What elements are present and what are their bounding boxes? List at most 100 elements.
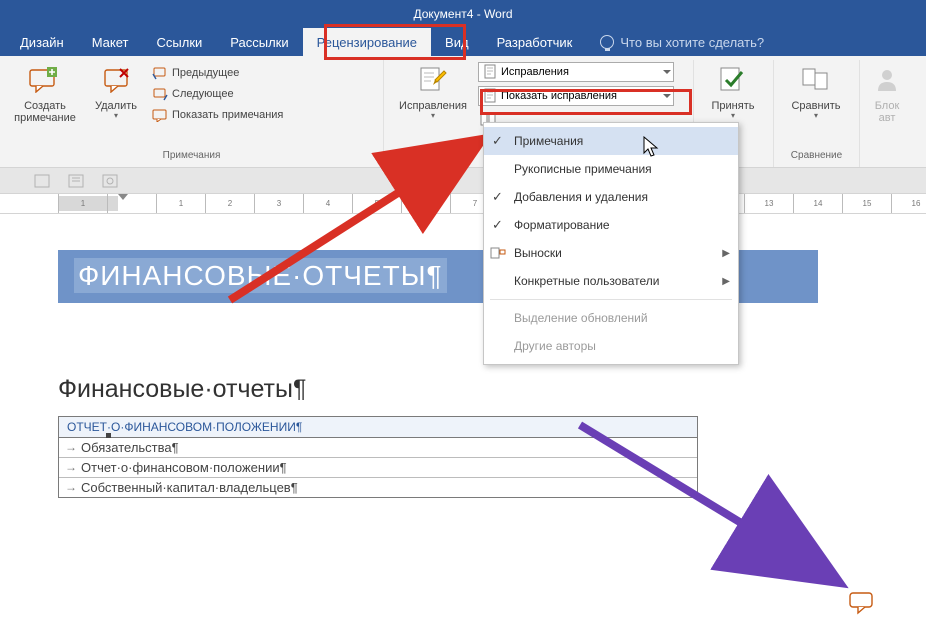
ruler-tick: 14 xyxy=(793,194,842,213)
ruler-number: 6 xyxy=(424,199,428,208)
row-text: Собственный·капитал·владельцев¶ xyxy=(81,480,298,495)
menu-item-comments[interactable]: ✓ Примечания xyxy=(484,127,738,155)
track-changes-button[interactable]: Исправления ▾ xyxy=(392,62,474,128)
next-comment-icon xyxy=(152,86,168,102)
ruler-tick: 15 xyxy=(842,194,891,213)
toc-table[interactable]: ОТЧЕТ·О·ФИНАНСОВОМ·ПОЛОЖЕНИИ¶ Обязательс… xyxy=(58,416,698,498)
ruler-tick: 4 xyxy=(303,194,352,213)
tab-design[interactable]: Дизайн xyxy=(6,28,78,56)
block-authors-icon xyxy=(871,64,903,96)
ruler-tick: 13 xyxy=(744,194,793,213)
chevron-down-icon: ▾ xyxy=(431,112,435,121)
group-label: Сравнение xyxy=(782,148,851,165)
tab-label: Разработчик xyxy=(497,35,573,50)
ruler-tick: 1 xyxy=(58,194,107,213)
ruler-tick: 6 xyxy=(401,194,450,213)
previous-comment-icon xyxy=(152,65,168,81)
tab-view[interactable]: Вид xyxy=(431,28,483,56)
ruler-number: 14 xyxy=(814,199,823,208)
accept-icon xyxy=(717,64,749,96)
ruler-number: 5 xyxy=(375,199,379,208)
table-row[interactable]: Обязательства¶ xyxy=(59,438,697,458)
markup-sheet-icon xyxy=(483,64,497,80)
compare-icon xyxy=(800,64,832,96)
show-markup-icon xyxy=(483,88,497,104)
title-heading-text: ФИНАНСОВЫЕ·ОТЧЕТЫ¶ xyxy=(74,258,447,293)
menu-item-label: Выноски xyxy=(514,246,562,260)
tab-layout[interactable]: Макет xyxy=(78,28,143,56)
menu-item-label: Форматирование xyxy=(514,218,610,232)
title-bar: Документ4 - Word xyxy=(0,0,926,28)
compare-button[interactable]: Сравнить ▾ xyxy=(782,62,850,123)
heading-2[interactable]: Финансовые·отчеты¶ xyxy=(58,375,818,404)
ruler-number: 1 xyxy=(81,199,85,208)
display-for-review-combo[interactable]: Исправления xyxy=(478,62,674,82)
button-label: Предыдущее xyxy=(172,67,239,79)
ruler-tick: 1 xyxy=(156,194,205,213)
show-markup-button[interactable]: Показать исправления xyxy=(478,86,674,106)
ruler-number: 13 xyxy=(765,199,774,208)
menu-item-specific-people[interactable]: Конкретные пользователи ▶ xyxy=(484,267,738,295)
button-label: Показать примечания xyxy=(172,109,283,121)
heading-text: Финансовые·отчеты¶ xyxy=(58,375,306,403)
tell-me[interactable]: Что вы хотите сделать? xyxy=(586,28,778,56)
combo-value: Исправления xyxy=(501,66,659,78)
show-markup-menu: ✓ Примечания Рукописные примечания ✓ Доб… xyxy=(483,122,739,365)
tab-label: Рассылки xyxy=(230,35,288,50)
ruler-number: 7 xyxy=(473,199,477,208)
ruler-number: 3 xyxy=(277,199,281,208)
tab-mailings[interactable]: Рассылки xyxy=(216,28,302,56)
table-header[interactable]: ОТЧЕТ·О·ФИНАНСОВОМ·ПОЛОЖЕНИИ¶ xyxy=(59,417,697,438)
button-label: Показать исправления xyxy=(501,90,659,102)
previous-comment-button[interactable]: Предыдущее xyxy=(150,64,285,82)
quick-access-toolbar xyxy=(0,168,926,194)
chevron-down-icon: ▾ xyxy=(114,112,118,121)
new-comment-button[interactable]: Создать примечание xyxy=(8,62,82,126)
button-label: Блок авт xyxy=(870,100,904,124)
tab-review[interactable]: Рецензирование xyxy=(303,28,431,56)
table-row[interactable]: Отчет·о·финансовом·положении¶ xyxy=(59,458,697,478)
document-area[interactable]: ФИНАНСОВЫЕ·ОТЧЕТЫ¶ Финансовые·отчеты¶ ОТ… xyxy=(0,214,926,623)
ribbon-tabs: Дизайн Макет Ссылки Рассылки Рецензирова… xyxy=(0,28,926,56)
menu-item-balloons[interactable]: Выноски ▶ xyxy=(484,239,738,267)
chevron-down-icon: ▾ xyxy=(731,112,735,121)
menu-separator xyxy=(490,299,732,300)
ruler-number: 15 xyxy=(863,199,872,208)
tab-label: Рецензирование xyxy=(317,35,417,50)
button-label: Следующее xyxy=(172,88,234,100)
ruler[interactable]: 1 1 2 3 4 5 6 7 8 9 10 11 12 13 14 15 16 xyxy=(0,194,926,214)
qat-icon[interactable] xyxy=(68,173,84,189)
menu-item-insertions-deletions[interactable]: ✓ Добавления и удаления xyxy=(484,183,738,211)
tab-label: Дизайн xyxy=(20,35,64,50)
ribbon: Создать примечание Удалить ▾ Предыдущее … xyxy=(0,56,926,168)
ruler-tick: 5 xyxy=(352,194,401,213)
tab-label: Вид xyxy=(445,35,469,50)
menu-item-formatting[interactable]: ✓ Форматирование xyxy=(484,211,738,239)
check-icon: ✓ xyxy=(492,217,503,233)
menu-item-label: Выделение обновлений xyxy=(514,311,648,325)
new-comment-icon xyxy=(29,64,61,96)
show-comments-button[interactable]: Показать примечания xyxy=(150,106,285,124)
chevron-down-icon xyxy=(663,70,671,74)
next-comment-button[interactable]: Следующее xyxy=(150,85,285,103)
group-protect: Блок авт xyxy=(860,60,914,167)
menu-item-label: Другие авторы xyxy=(514,339,596,353)
qat-icon[interactable] xyxy=(34,173,50,189)
tell-me-label: Что вы хотите сделать? xyxy=(620,35,764,50)
tab-label: Ссылки xyxy=(157,35,203,50)
tab-developer[interactable]: Разработчик xyxy=(483,28,587,56)
accept-button[interactable]: Принять ▾ xyxy=(702,62,764,123)
menu-item-label: Конкретные пользователи xyxy=(514,274,659,288)
menu-item-label: Добавления и удаления xyxy=(514,190,648,204)
menu-item-ink[interactable]: Рукописные примечания xyxy=(484,155,738,183)
comment-balloon-icon[interactable] xyxy=(848,591,876,615)
check-icon: ✓ xyxy=(492,133,503,149)
block-authors-button[interactable]: Блок авт xyxy=(868,62,906,126)
tab-references[interactable]: Ссылки xyxy=(143,28,217,56)
table-row[interactable]: Собственный·капитал·владельцев¶ xyxy=(59,478,697,497)
qat-icon[interactable] xyxy=(102,173,118,189)
delete-comment-button[interactable]: Удалить ▾ xyxy=(86,62,146,126)
chevron-down-icon xyxy=(663,94,671,98)
chevron-down-icon: ▾ xyxy=(814,112,818,121)
group-comments: Создать примечание Удалить ▾ Предыдущее … xyxy=(0,60,384,167)
